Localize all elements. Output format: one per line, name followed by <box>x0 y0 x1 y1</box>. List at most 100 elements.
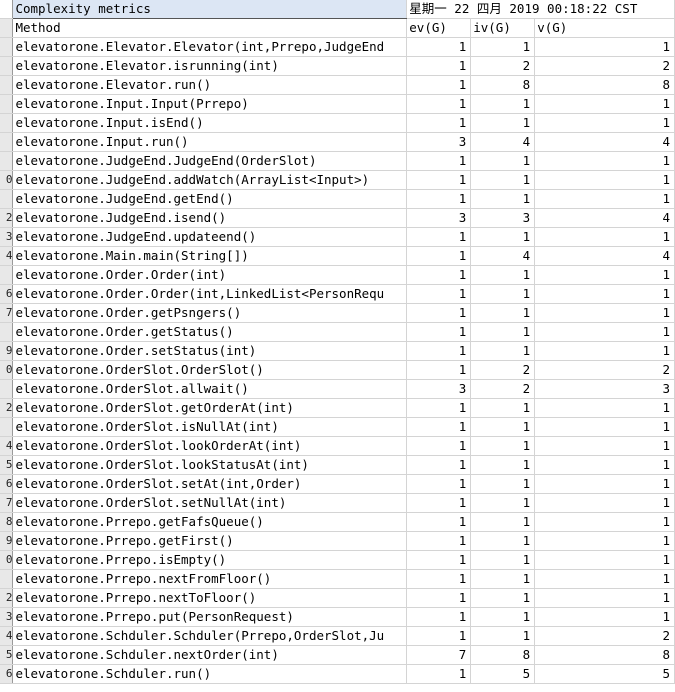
ev-cell[interactable]: 1 <box>406 664 472 684</box>
ev-cell[interactable]: 1 <box>406 550 472 570</box>
iv-cell[interactable]: 1 <box>470 436 536 456</box>
method-cell[interactable]: elevatorone.JudgeEnd.JudgeEnd(OrderSlot) <box>12 151 408 171</box>
v-cell[interactable]: 2 <box>534 360 675 380</box>
v-cell[interactable]: 4 <box>534 208 675 228</box>
ev-cell[interactable]: 1 <box>406 626 472 646</box>
iv-cell[interactable]: 1 <box>470 398 536 418</box>
ev-cell[interactable]: 1 <box>406 607 472 627</box>
row-header[interactable] <box>0 265 14 285</box>
method-cell[interactable]: elevatorone.Main.main(String[]) <box>12 246 408 266</box>
method-cell[interactable]: elevatorone.OrderSlot.OrderSlot() <box>12 360 408 380</box>
ev-cell[interactable]: 1 <box>406 56 472 76</box>
row-header[interactable] <box>0 94 14 114</box>
method-cell[interactable]: elevatorone.OrderSlot.isNullAt(int) <box>12 417 408 437</box>
iv-cell[interactable]: 1 <box>470 94 536 114</box>
v-cell[interactable]: 1 <box>534 417 675 437</box>
iv-cell[interactable]: 1 <box>470 512 536 532</box>
method-cell[interactable]: elevatorone.JudgeEnd.getEnd() <box>12 189 408 209</box>
method-cell[interactable]: elevatorone.Order.Order(int,LinkedList<P… <box>12 284 408 304</box>
method-cell[interactable]: elevatorone.Prrepo.getFirst() <box>12 531 408 551</box>
row-header[interactable]: 3 <box>0 227 14 247</box>
row-header[interactable] <box>0 379 14 399</box>
ev-cell[interactable]: 1 <box>406 94 472 114</box>
method-cell[interactable]: elevatorone.OrderSlot.setNullAt(int) <box>12 493 408 513</box>
method-cell[interactable]: elevatorone.Elevator.Elevator(int,Prrepo… <box>12 37 408 57</box>
row-header[interactable] <box>0 0 14 19</box>
iv-cell[interactable]: 1 <box>470 626 536 646</box>
iv-cell[interactable]: 1 <box>470 474 536 494</box>
ev-cell[interactable]: 1 <box>406 151 472 171</box>
iv-cell[interactable]: 1 <box>470 531 536 551</box>
iv-cell[interactable]: 1 <box>470 189 536 209</box>
method-cell[interactable]: elevatorone.Input.Input(Prrepo) <box>12 94 408 114</box>
v-cell[interactable]: 1 <box>534 113 675 133</box>
method-cell[interactable]: elevatorone.Elevator.isrunning(int) <box>12 56 408 76</box>
iv-cell[interactable]: 1 <box>470 569 536 589</box>
iv-cell[interactable]: 4 <box>470 246 536 266</box>
row-header[interactable]: 5 <box>0 455 14 475</box>
row-header[interactable]: 2 <box>0 208 14 228</box>
method-cell[interactable]: elevatorone.Prrepo.nextToFloor() <box>12 588 408 608</box>
ev-cell[interactable]: 1 <box>406 360 472 380</box>
iv-cell[interactable]: 1 <box>470 37 536 57</box>
method-cell[interactable]: elevatorone.OrderSlot.setAt(int,Order) <box>12 474 408 494</box>
ev-cell[interactable]: 1 <box>406 265 472 285</box>
ev-cell[interactable]: 1 <box>406 303 472 323</box>
iv-cell[interactable]: 1 <box>470 303 536 323</box>
iv-cell[interactable]: 1 <box>470 284 536 304</box>
ev-cell[interactable]: 1 <box>406 531 472 551</box>
v-cell[interactable]: 1 <box>534 607 675 627</box>
row-header[interactable]: 6 <box>0 284 14 304</box>
ev-cell[interactable]: 3 <box>406 132 472 152</box>
v-cell[interactable]: 1 <box>534 550 675 570</box>
row-header[interactable]: 2 <box>0 398 14 418</box>
ev-cell[interactable]: 1 <box>406 170 472 190</box>
row-header[interactable] <box>0 56 14 76</box>
column-header-cell[interactable]: Method <box>12 18 408 38</box>
v-cell[interactable]: 4 <box>534 132 675 152</box>
row-header[interactable] <box>0 37 14 57</box>
ev-cell[interactable]: 1 <box>406 284 472 304</box>
iv-cell[interactable]: 4 <box>470 132 536 152</box>
method-cell[interactable]: elevatorone.Order.getStatus() <box>12 322 408 342</box>
method-cell[interactable]: elevatorone.Prrepo.getFafsQueue() <box>12 512 408 532</box>
row-header[interactable] <box>0 569 14 589</box>
ev-cell[interactable]: 1 <box>406 341 472 361</box>
v-cell[interactable]: 1 <box>534 284 675 304</box>
v-cell[interactable]: 4 <box>534 246 675 266</box>
v-cell[interactable]: 1 <box>534 474 675 494</box>
v-cell[interactable]: 1 <box>534 151 675 171</box>
v-cell[interactable]: 1 <box>534 436 675 456</box>
row-header[interactable]: 0 <box>0 170 14 190</box>
row-header[interactable] <box>0 18 14 38</box>
iv-cell[interactable]: 1 <box>470 417 536 437</box>
iv-cell[interactable]: 1 <box>470 607 536 627</box>
ev-cell[interactable]: 1 <box>406 227 472 247</box>
iv-cell[interactable]: 1 <box>470 322 536 342</box>
row-header[interactable] <box>0 132 14 152</box>
row-header[interactable]: 0 <box>0 360 14 380</box>
iv-cell[interactable]: 1 <box>470 151 536 171</box>
v-cell[interactable]: 1 <box>534 189 675 209</box>
method-cell[interactable]: elevatorone.JudgeEnd.updateend() <box>12 227 408 247</box>
row-header[interactable]: 4 <box>0 626 14 646</box>
ev-cell[interactable]: 1 <box>406 588 472 608</box>
iv-cell[interactable]: 1 <box>470 588 536 608</box>
column-header-cell[interactable]: ev(G) <box>406 18 472 38</box>
row-header[interactable]: 9 <box>0 341 14 361</box>
row-header[interactable]: 7 <box>0 303 14 323</box>
method-cell[interactable]: elevatorone.Input.run() <box>12 132 408 152</box>
v-cell[interactable]: 1 <box>534 569 675 589</box>
v-cell[interactable]: 1 <box>534 94 675 114</box>
ev-cell[interactable]: 1 <box>406 322 472 342</box>
v-cell[interactable]: 1 <box>534 303 675 323</box>
v-cell[interactable]: 1 <box>534 170 675 190</box>
iv-cell[interactable]: 1 <box>470 455 536 475</box>
row-header[interactable] <box>0 113 14 133</box>
iv-cell[interactable]: 8 <box>470 75 536 95</box>
v-cell[interactable]: 1 <box>534 588 675 608</box>
ev-cell[interactable]: 1 <box>406 189 472 209</box>
method-cell[interactable]: elevatorone.Schduler.run() <box>12 664 408 684</box>
iv-cell[interactable]: 1 <box>470 170 536 190</box>
method-cell[interactable]: elevatorone.OrderSlot.lookStatusAt(int) <box>12 455 408 475</box>
